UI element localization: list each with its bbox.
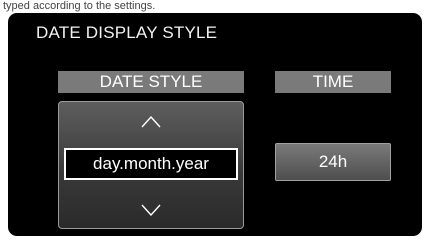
camera-lcd-screen: DATE DISPLAY STYLE DATE STYLE TIME day.m… — [8, 13, 422, 236]
page-caption: typed according to the settings. — [3, 0, 156, 12]
time-header: TIME — [275, 71, 391, 93]
date-style-value[interactable]: day.month.year — [64, 148, 238, 180]
date-style-header: DATE STYLE — [58, 71, 244, 93]
chevron-up-icon[interactable] — [141, 116, 161, 128]
date-style-spinner: day.month.year — [58, 101, 244, 229]
screen-title: DATE DISPLAY STYLE — [36, 23, 218, 42]
chevron-down-icon[interactable] — [141, 204, 161, 216]
time-format-button[interactable]: 24h — [275, 143, 391, 181]
